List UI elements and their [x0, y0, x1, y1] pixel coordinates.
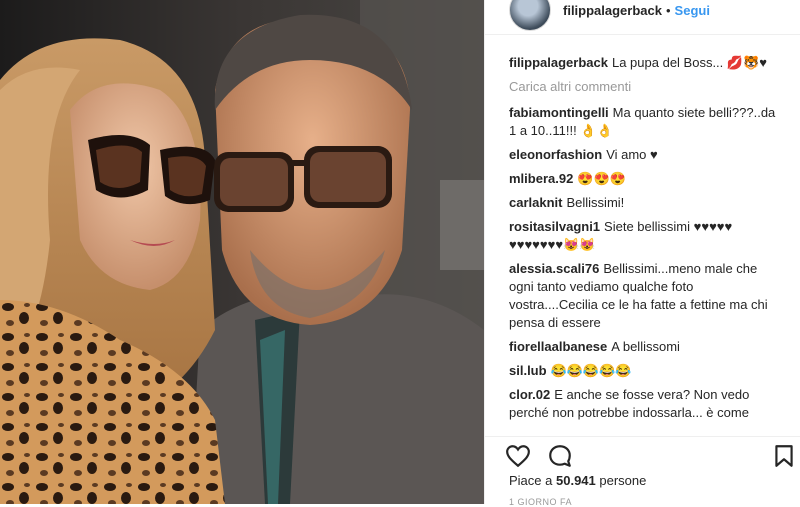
comment-item: rositasilvagni1 Siete bellissimi ♥♥♥♥♥ ♥♥… — [509, 218, 779, 254]
comment-username[interactable]: eleonorfashion — [509, 147, 602, 162]
comment-username[interactable]: mlibera.92 — [509, 171, 573, 186]
comment-item: fiorellaalbanese A bellissomi — [509, 338, 779, 356]
post-header: filippalagerback • Segui — [485, 0, 800, 35]
comment-text: A bellissomi — [611, 339, 680, 354]
comment-text: Vi amo ♥ — [606, 147, 658, 162]
comment-username[interactable]: alessia.scali76 — [509, 261, 599, 276]
header-username[interactable]: filippalagerback — [563, 3, 662, 18]
bookmark-icon[interactable] — [771, 443, 797, 469]
likes-prefix: Piace a — [509, 473, 553, 488]
comment-item: clor.02 E anche se fosse vera? Non vedo p… — [509, 386, 779, 422]
comment-username[interactable]: clor.02 — [509, 387, 550, 402]
comment-icon[interactable] — [547, 443, 573, 469]
load-more-comments-button[interactable]: Carica altri commenti — [509, 78, 779, 96]
comment-item: mlibera.92 😍😍😍 — [509, 170, 779, 188]
action-bar: Piace a 50.941 persone 1 GIORNO FA — [485, 436, 800, 507]
instagram-post-view: filippalagerback • Segui filippalagerbac… — [0, 0, 800, 507]
comment-username[interactable]: fiorellaalbanese — [509, 339, 607, 354]
comments-list: filippalagerback La pupa del Boss... 💋🐯♥ … — [509, 54, 779, 436]
comment-item: eleonorfashion Vi amo ♥ — [509, 146, 779, 164]
comment-item: alessia.scali76 Bellissimi...meno male ch… — [509, 260, 779, 332]
comment-username[interactable]: sil.lub — [509, 363, 547, 378]
comment-text: 😍😍😍 — [577, 171, 626, 186]
comment-item: sil.lub 😂😂😂😂😂 — [509, 362, 779, 380]
header-separator: • — [665, 2, 671, 18]
photo-illustration — [0, 0, 484, 504]
heart-icon[interactable] — [505, 443, 531, 469]
likes-count[interactable]: Piace a 50.941 persone — [509, 473, 646, 488]
caption-username[interactable]: filippalagerback — [509, 55, 608, 70]
likes-suffix: persone — [599, 473, 647, 488]
comment-item: fabiamontingelli Ma quanto siete belli???… — [509, 104, 779, 140]
comment-username[interactable]: fabiamontingelli — [509, 105, 609, 120]
comment-username[interactable]: rositasilvagni1 — [509, 219, 600, 234]
follow-button[interactable]: Segui — [675, 3, 710, 18]
post-sidebar: filippalagerback • Segui filippalagerbac… — [484, 0, 800, 507]
caption: filippalagerback La pupa del Boss... 💋🐯♥ — [509, 54, 779, 72]
post-time: 1 GIORNO FA — [509, 497, 573, 507]
caption-text: La pupa del Boss... 💋🐯♥ — [611, 55, 767, 70]
post-photo[interactable] — [0, 0, 484, 504]
comment-username[interactable]: carlaknit — [509, 195, 562, 210]
likes-number: 50.941 — [556, 473, 596, 488]
avatar[interactable] — [509, 0, 551, 31]
action-icons — [505, 443, 795, 471]
comment-item: carlaknit Bellissimi! — [509, 194, 779, 212]
comment-text: Bellissimi! — [566, 195, 625, 210]
comment-text: 😂😂😂😂😂 — [550, 363, 632, 378]
